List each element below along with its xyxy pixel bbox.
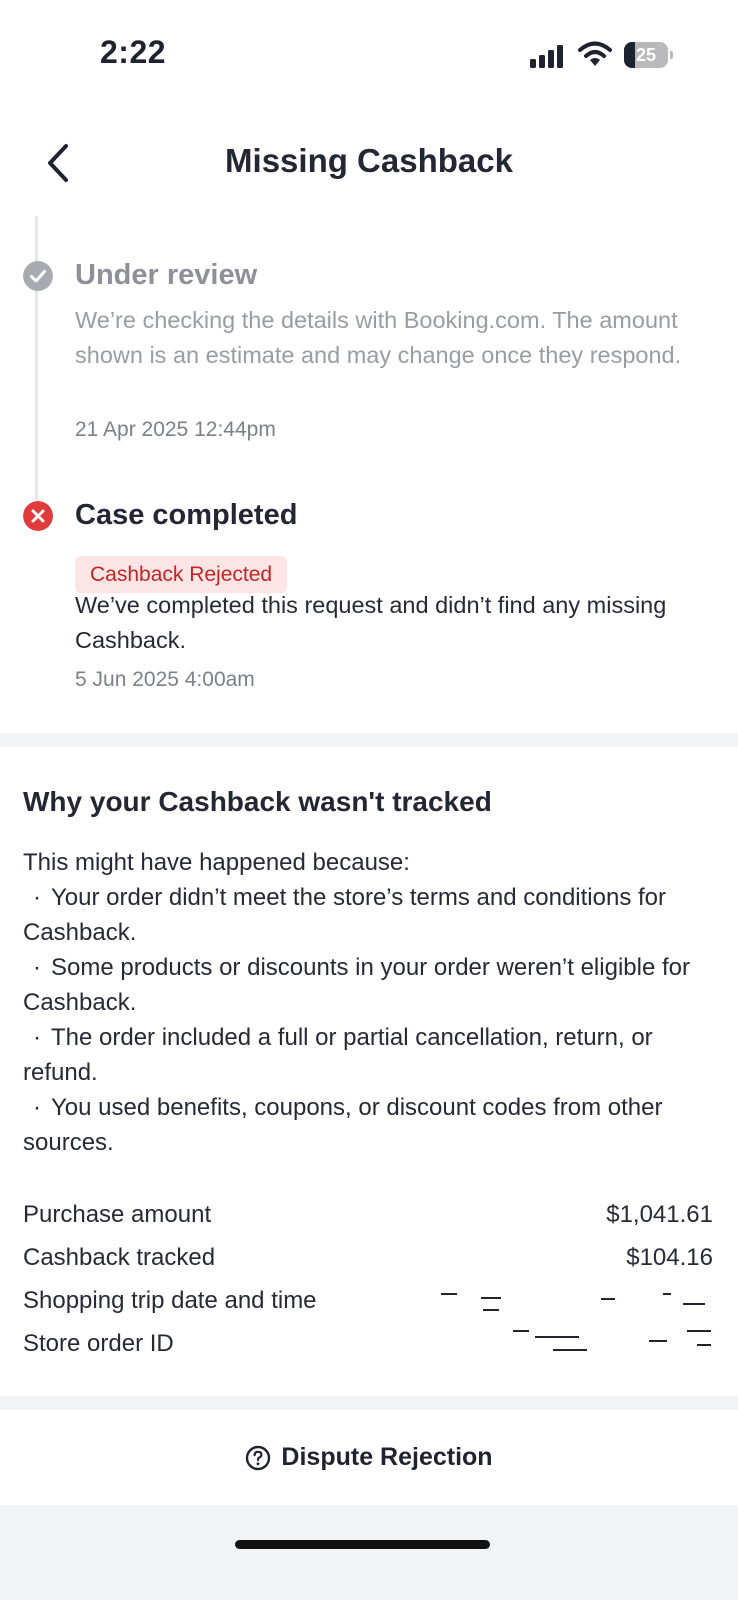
home-indicator[interactable] [235,1540,490,1549]
reasons-intro: This might have happened because: [23,849,410,876]
wifi-icon [578,41,612,66]
status-bar: 2:22 25 [0,0,738,110]
step-date: 21 Apr 2025 12:44pm [75,418,276,441]
detail-label: Cashback tracked [23,1244,216,1271]
detail-row-cashback-tracked: Cashback tracked $104.16 [23,1236,713,1279]
status-time: 2:22 [100,34,167,70]
detail-value: $1,041.61 [606,1201,713,1228]
dispute-label: Dispute Rejection [281,1443,493,1471]
footer-bar: Dispute Rejection [0,1410,738,1505]
section-title: Why your Cashback wasn't tracked [23,786,492,817]
reason-item: · Some products or discounts in your orde… [23,954,690,1016]
page-title: Missing Cashback [225,142,513,179]
battery-icon: 25 [624,42,674,68]
battery-level: 25 [635,45,657,65]
detail-row-store-order-id: Store order ID [23,1322,713,1365]
status-timeline: Under review We’re checking the details … [0,210,738,740]
check-circle-icon [23,261,53,291]
step-title: Under review [75,259,258,291]
section-divider [0,733,738,747]
dispute-rejection-button[interactable]: Dispute Rejection [0,1410,738,1505]
detail-value: $104.16 [626,1244,713,1271]
missing-cashback-screen: 2:22 25 Missing Cashback Under review We… [0,0,738,1600]
reason-item: · The order included a full or partial ca… [23,1024,653,1086]
order-details: Purchase amount $1,041.61 Cashback track… [23,1193,713,1365]
reason-item: · Your order didn’t meet the store’s term… [23,884,666,946]
step-title: Case completed [75,499,298,531]
section-divider [0,1396,738,1410]
detail-label: Shopping trip date and time [23,1287,317,1314]
timeline-connector [35,216,38,506]
signal-icon [530,44,566,68]
detail-label: Purchase amount [23,1201,212,1228]
detail-label: Store order ID [23,1330,174,1357]
detail-row-shopping-trip: Shopping trip date and time [23,1279,713,1322]
reasons-text: This might have happened because: · Your … [23,845,723,1160]
reason-item: · You used benefits, coupons, or discount… [23,1094,663,1156]
step-date: 5 Jun 2025 4:00am [75,668,255,691]
x-circle-icon [23,501,53,531]
nav-header: Missing Cashback [0,120,738,210]
help-circle-icon [246,1445,271,1470]
step-description: We’re checking the details with Booking.… [75,307,682,368]
safe-area [0,1505,738,1600]
detail-row-purchase-amount: Purchase amount $1,041.61 [23,1193,713,1236]
step-description: We’ve completed this request and didn’t … [75,592,667,653]
